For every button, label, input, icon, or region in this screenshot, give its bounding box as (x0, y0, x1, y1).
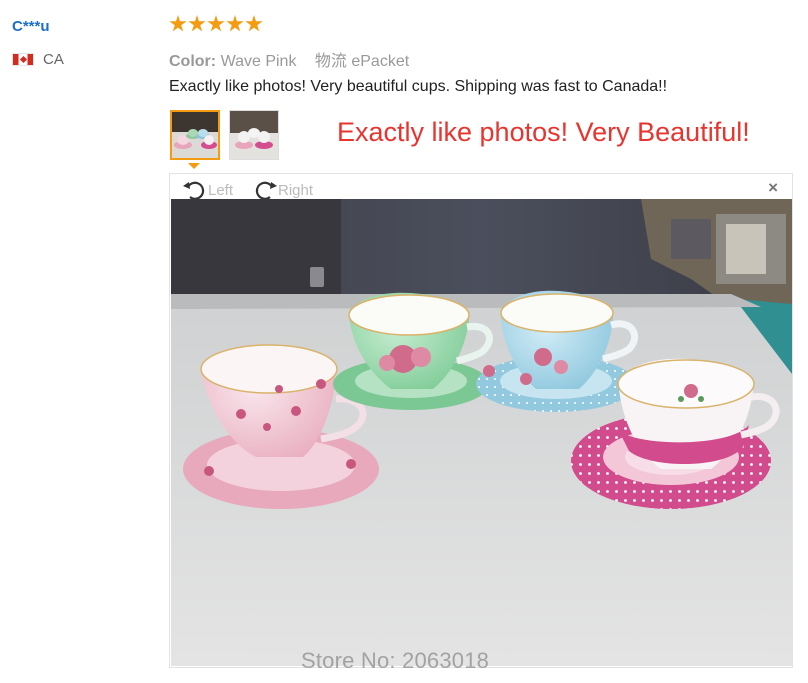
review-photo-thumbnail-1[interactable] (170, 110, 220, 160)
star-icon (207, 15, 225, 32)
photo-caption: Exactly like photos! Very Beautiful! (337, 117, 750, 147)
star-rating (169, 15, 263, 33)
star-icon (226, 15, 244, 32)
color-value: Wave Pink (220, 53, 297, 70)
shipping-value: ePacket (351, 53, 410, 70)
reviewer-name[interactable]: C***u (12, 18, 50, 35)
review-card: C***u CA Color: Wave Pink 物流 ePacket Exa… (0, 0, 808, 683)
shipping-label: 物流 (314, 53, 347, 70)
store-watermark: Store No: 2063018 (301, 648, 490, 673)
country-code: CA (43, 51, 64, 68)
canada-flag-icon (12, 53, 34, 66)
reviewer-country: CA (12, 51, 64, 68)
review-photo-thumbnail-2[interactable] (229, 110, 279, 160)
review-text: Exactly like photos! Very beautiful cups… (169, 78, 668, 95)
review-photo-large (171, 199, 792, 666)
selected-thumbnail-pointer (188, 163, 200, 169)
rotate-left-label: Left (208, 181, 234, 199)
close-viewer-button[interactable]: × (768, 178, 778, 198)
photo-viewer: Left Right × (169, 173, 793, 668)
order-attributes: Color: Wave Pink 物流 ePacket (169, 47, 409, 71)
teacups-thumbnail-image (172, 112, 218, 158)
star-icon (169, 15, 187, 32)
teacups-thumbnail-image (230, 111, 278, 159)
color-label: Color: (169, 53, 217, 70)
star-icon (188, 15, 206, 32)
rotate-right-label: Right (278, 181, 314, 199)
star-icon (245, 15, 263, 32)
